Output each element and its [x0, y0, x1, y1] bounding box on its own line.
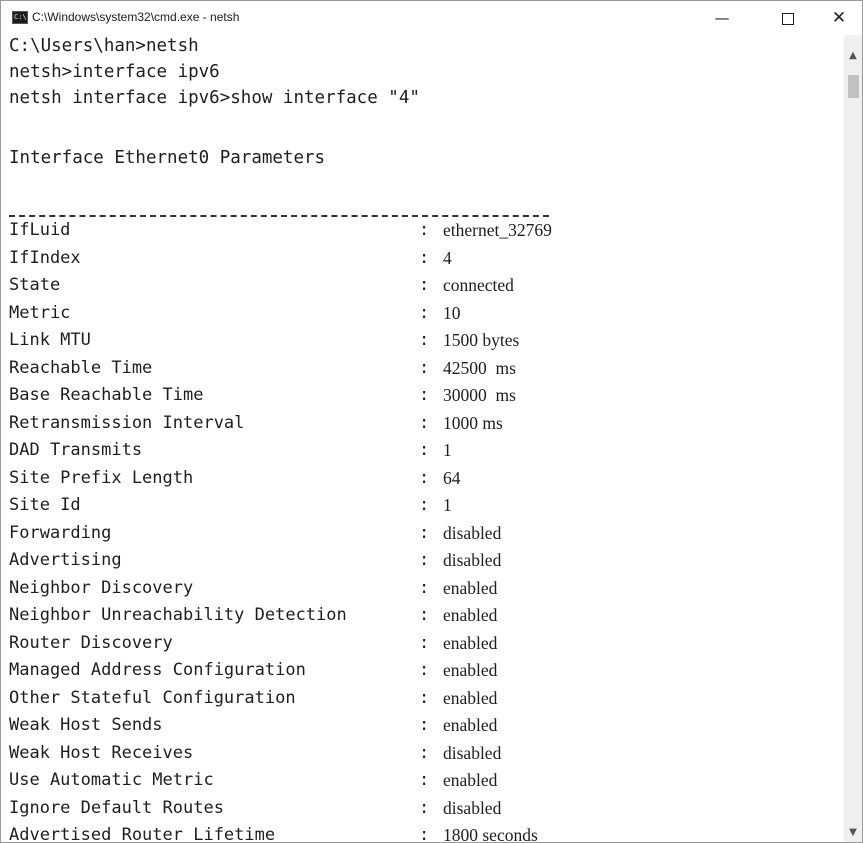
parameter-value: enabled [443, 605, 498, 625]
parameter-name: Neighbor Unreachability Detection [9, 605, 347, 625]
parameter-name: Advertised Router Lifetime [9, 825, 276, 842]
parameter-value: enabled [443, 578, 498, 598]
parameter-value: 4 [443, 248, 452, 268]
parameter-separator: : [419, 220, 430, 240]
vertical-scrollbar[interactable]: ▲ ▼ [844, 35, 862, 842]
parameter-name: Managed Address Configuration [9, 660, 306, 680]
parameter-value: ethernet_32769 [443, 220, 552, 240]
parameter-name: State [9, 275, 61, 295]
parameter-name: Router Discovery [9, 633, 173, 653]
heading-underline [9, 215, 549, 217]
parameter-separator: : [419, 385, 430, 405]
parameter-name: IfIndex [9, 248, 81, 268]
console-window: C:\ C:\Windows\system32\cmd.exe - netsh … [0, 0, 863, 843]
parameter-value: enabled [443, 688, 498, 708]
parameter-separator: : [419, 468, 430, 488]
parameter-separator: : [419, 605, 430, 625]
parameter-name: Forwarding [9, 523, 112, 543]
parameter-name: Other Stateful Configuration [9, 688, 296, 708]
parameter-separator: : [419, 303, 430, 323]
parameter-name: Retransmission Interval [9, 413, 245, 433]
parameter-value: 30000 ms [443, 385, 516, 405]
command-line: netsh>interface ipv6 [9, 62, 220, 82]
parameter-name: Weak Host Receives [9, 743, 194, 763]
parameter-name: DAD Transmits [9, 440, 143, 460]
parameter-separator: : [419, 358, 430, 378]
parameter-value: 1 [443, 440, 452, 460]
parameter-value: 42500 ms [443, 358, 516, 378]
maximize-button[interactable] [765, 1, 811, 35]
parameter-value: 1 [443, 495, 452, 515]
parameter-value: 1000 ms [443, 413, 503, 433]
cmd-app-icon[interactable]: C:\ [12, 11, 28, 24]
parameter-separator: : [419, 715, 430, 735]
parameter-value: 1500 bytes [443, 330, 520, 350]
parameter-name: Reachable Time [9, 358, 153, 378]
parameter-name: Use Automatic Metric [9, 770, 214, 790]
parameter-separator: : [419, 688, 430, 708]
parameter-value: enabled [443, 715, 498, 735]
minimize-button[interactable]: — [699, 1, 745, 35]
close-icon: ✕ [831, 8, 847, 28]
parameter-name: Neighbor Discovery [9, 578, 194, 598]
parameter-separator: : [419, 440, 430, 460]
section-heading: Interface Ethernet0 Parameters [9, 148, 326, 168]
parameter-name: IfLuid [9, 220, 71, 240]
parameter-value: enabled [443, 633, 498, 653]
scroll-down-icon[interactable]: ▼ [844, 824, 862, 842]
parameter-value: disabled [443, 523, 502, 543]
command-line: netsh interface ipv6>show interface "4" [9, 88, 420, 108]
parameter-separator: : [419, 660, 430, 680]
close-button[interactable]: ✕ [816, 1, 862, 35]
parameter-name: Advertising [9, 550, 122, 570]
console-output[interactable]: C:\Users\han>netsh netsh>interface ipv6 … [1, 35, 844, 842]
app-icon-text: C:\ [14, 13, 27, 21]
parameter-separator: : [419, 495, 430, 515]
parameter-separator: : [419, 330, 430, 350]
parameter-value: disabled [443, 743, 502, 763]
parameter-separator: : [419, 825, 430, 842]
parameter-value: connected [443, 275, 514, 295]
parameter-name: Metric [9, 303, 71, 323]
title-bar[interactable]: C:\ C:\Windows\system32\cmd.exe - netsh … [1, 1, 862, 35]
scroll-up-icon[interactable]: ▲ [844, 47, 862, 65]
parameter-value: disabled [443, 798, 502, 818]
parameter-name: Site Id [9, 495, 81, 515]
parameter-separator: : [419, 578, 430, 598]
parameter-separator: : [419, 523, 430, 543]
scroll-thumb[interactable] [848, 75, 859, 98]
command-line: C:\Users\han>netsh [9, 36, 199, 56]
parameter-value: enabled [443, 770, 498, 790]
parameter-separator: : [419, 798, 430, 818]
parameter-value: 10 [443, 303, 461, 323]
parameter-value: disabled [443, 550, 502, 570]
minimize-icon: — [714, 9, 730, 27]
parameter-separator: : [419, 743, 430, 763]
parameter-separator: : [419, 275, 430, 295]
maximize-icon [782, 12, 794, 25]
window-title: C:\Windows\system32\cmd.exe - netsh [32, 10, 240, 24]
parameter-separator: : [419, 633, 430, 653]
parameter-separator: : [419, 770, 430, 790]
parameter-name: Link MTU [9, 330, 91, 350]
parameter-name: Ignore Default Routes [9, 798, 224, 818]
parameter-value: 64 [443, 468, 461, 488]
parameter-value: enabled [443, 660, 498, 680]
parameter-separator: : [419, 550, 430, 570]
parameter-value: 1800 seconds [443, 825, 538, 842]
parameter-name: Site Prefix Length [9, 468, 194, 488]
parameter-separator: : [419, 413, 430, 433]
parameter-name: Base Reachable Time [9, 385, 204, 405]
parameter-name: Weak Host Sends [9, 715, 163, 735]
parameter-separator: : [419, 248, 430, 268]
